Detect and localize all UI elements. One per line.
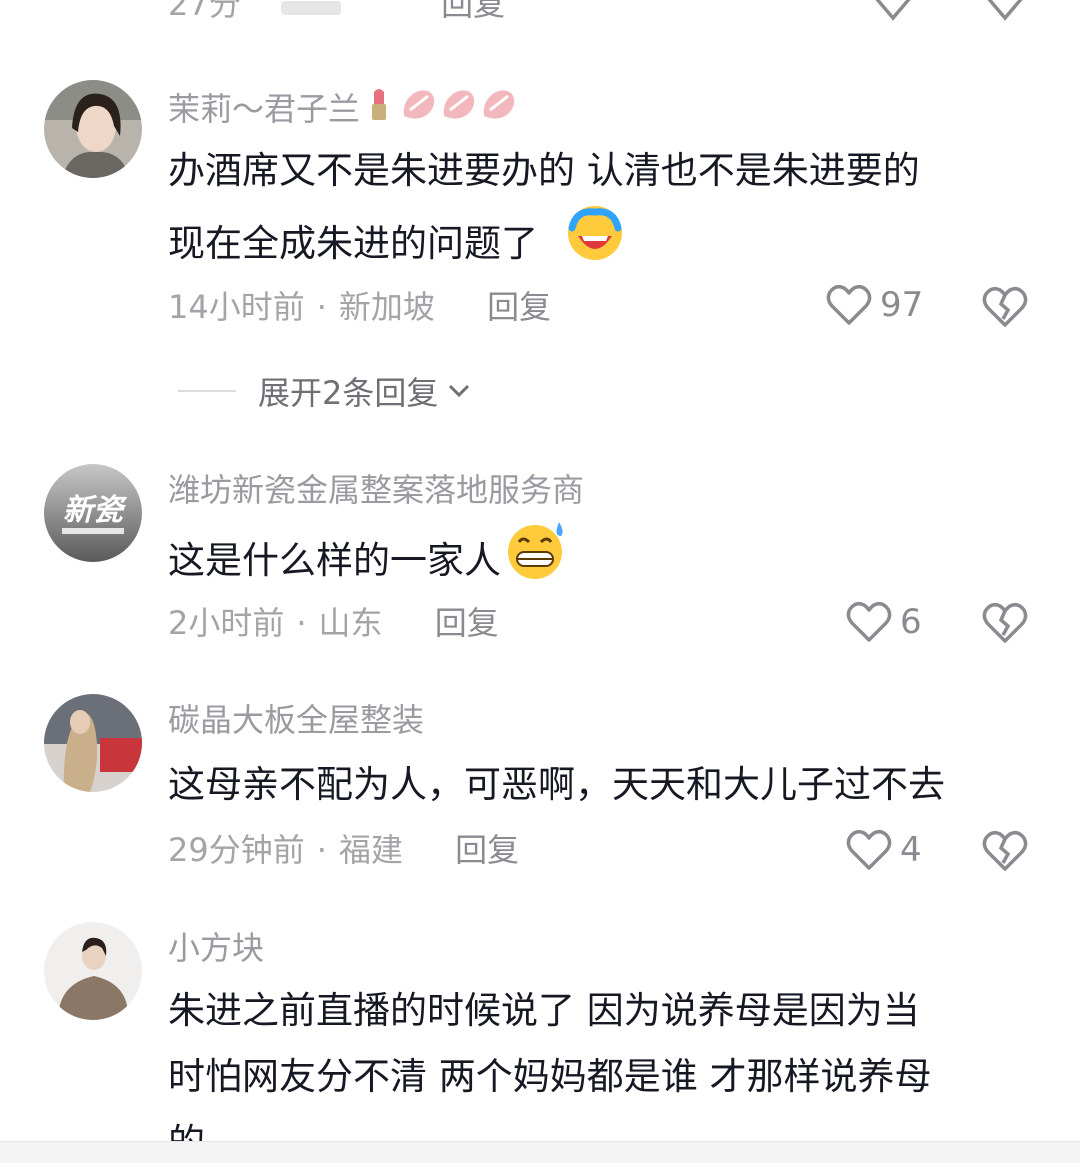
heart-outline-icon[interactable] — [872, 0, 914, 30]
broken-heart-icon — [982, 830, 1028, 871]
comment-meta: 2小时前 · 山东 回复 — [168, 604, 499, 642]
author-name[interactable]: 潍坊新瓷金属整案落地服务商 — [168, 470, 584, 510]
like-button[interactable]: 97 — [826, 284, 923, 326]
broken-heart-icon[interactable] — [984, 0, 1026, 30]
kiss-lips-icon — [438, 86, 478, 131]
divider — [178, 390, 236, 392]
comment-line: 这是什么样的一家人 — [168, 538, 501, 582]
like-count: 6 — [900, 602, 922, 642]
avatar[interactable] — [44, 80, 142, 178]
heart-outline-icon — [846, 601, 892, 642]
comment-location: 福建 — [338, 831, 403, 869]
bottom-input-bar[interactable] — [0, 1141, 1080, 1163]
comment-text: 这母亲不配为人，可恶啊，天天和大儿子过不去 — [168, 752, 945, 818]
dislike-button[interactable] — [982, 286, 1028, 332]
kiss-lips-icon — [478, 86, 518, 131]
like-count: 4 — [900, 830, 922, 870]
like-button[interactable]: 6 — [846, 601, 922, 643]
comment-author[interactable]: 茉莉～君子兰 — [168, 86, 518, 131]
like-count: 97 — [880, 285, 924, 325]
comment-meta: 14小时前 · 新加坡 回复 — [168, 288, 552, 326]
comment-location: 山东 — [318, 604, 383, 642]
expand-replies-button[interactable]: 展开2条回复 — [178, 368, 472, 414]
comment-time: 29分钟前 — [168, 831, 305, 869]
broken-heart-icon — [982, 286, 1028, 327]
reply-button[interactable]: 回复 — [435, 604, 499, 642]
broken-heart-icon — [982, 602, 1028, 643]
reply-button[interactable]: 回复 — [455, 831, 519, 869]
comment-text: 办酒席又不是朱进要办的 认清也不是朱进要的 现在全成朱进的问题了 — [168, 138, 920, 283]
svg-text:新瓷: 新瓷 — [63, 493, 128, 528]
author-name[interactable]: 小方块 — [168, 928, 264, 968]
comment-time: 2小时前 — [168, 604, 285, 642]
laughing-crying-emoji-icon — [564, 204, 626, 283]
author-name[interactable]: 碳晶大板全屋整装 — [168, 700, 424, 740]
avatar[interactable] — [44, 922, 142, 1020]
grimacing-sweat-emoji-icon — [505, 520, 567, 601]
blurred-text — [280, 1, 341, 15]
comment-line: 这母亲不配为人，可恶啊，天天和大儿子过不去 — [168, 763, 945, 806]
like-button[interactable]: 4 — [846, 829, 922, 871]
comment-line: 现在全成朱进的问题了 — [168, 221, 538, 265]
author-name: 茉莉～君子兰 — [168, 89, 361, 128]
chevron-down-icon — [449, 384, 470, 398]
reply-button[interactable]: 回复 — [441, 0, 505, 23]
kiss-lips-icon — [398, 86, 438, 131]
comment-time: 14小时前 — [168, 288, 305, 326]
avatar[interactable] — [44, 694, 142, 792]
comment-location: 新加坡 — [338, 288, 435, 326]
comment-line: 办酒席又不是朱进要办的 认清也不是朱进要的 — [168, 149, 920, 192]
expand-label: 展开2条回复 — [258, 374, 439, 412]
heart-outline-icon — [826, 284, 872, 325]
avatar[interactable]: 新瓷 — [44, 464, 142, 562]
lipstick-icon — [366, 86, 392, 131]
dislike-button[interactable] — [982, 830, 1028, 876]
dislike-button[interactable] — [982, 602, 1028, 648]
comment-line: 朱进之前直播的时候说了 因为说养母是因为当 — [168, 989, 920, 1032]
heart-outline-icon — [846, 829, 892, 870]
comment-text: 这是什么样的一家人 — [168, 520, 567, 601]
previous-comment-meta: 27分 回复 — [168, 0, 505, 24]
comment-line: 时怕网友分不清 两个妈妈都是谁 才那样说养母 — [168, 1055, 932, 1098]
reply-button[interactable]: 回复 — [487, 288, 551, 326]
comment-meta: 29分钟前 · 福建 回复 — [168, 831, 520, 869]
comment-time: 27分 — [168, 0, 241, 23]
